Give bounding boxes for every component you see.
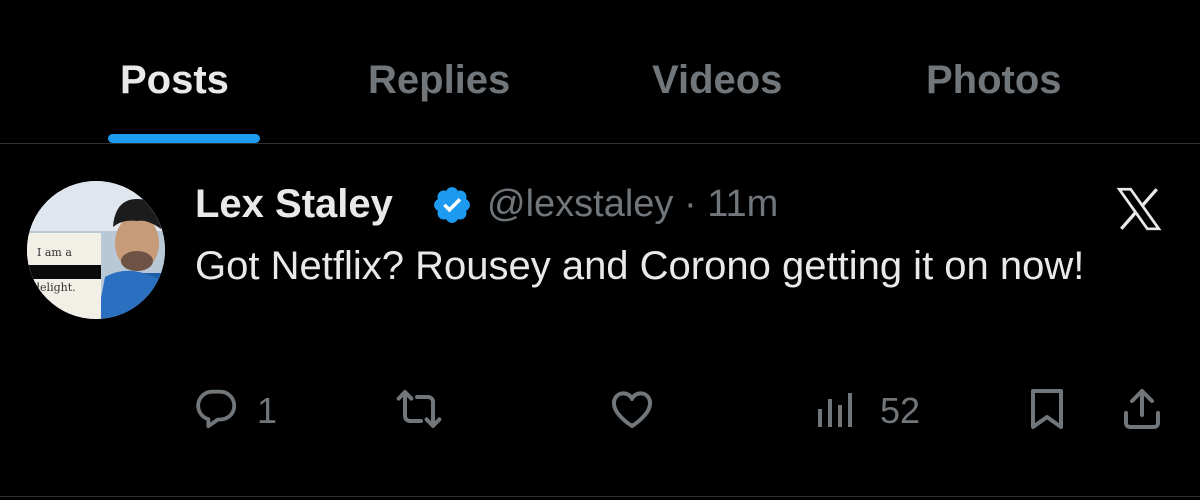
share-button[interactable] [1118,385,1173,437]
repost-icon [396,390,442,428]
post-divider [0,496,1200,497]
bookmark-icon [1031,389,1063,429]
active-tab-indicator [108,134,260,143]
mug-text-top: I am a [37,246,72,259]
post-text: Got Netflix? Rousey and Corono getting i… [195,244,1085,288]
tab-videos[interactable]: Videos [652,52,782,108]
reply-count: 1 [257,390,278,431]
views-button[interactable]: 52 [812,385,942,437]
tabs-divider [0,143,1200,144]
author-handle[interactable]: @lexstaley [487,183,673,225]
x-logo-icon [1116,187,1162,231]
separator-dot: · [683,183,697,225]
reply-button[interactable]: 1 [193,385,293,437]
share-icon [1124,389,1160,429]
tab-photos[interactable]: Photos [926,52,1062,108]
tab-posts[interactable]: Posts [120,52,229,108]
views-count: 52 [880,390,921,431]
tab-replies[interactable]: Replies [368,52,510,108]
profile-timeline: Posts Replies Videos Photos I am a delig… [0,0,1200,500]
avatar[interactable]: I am a delight. [27,181,165,319]
post-time[interactable]: 11m [707,183,778,225]
profile-tabs: Posts Replies Videos Photos [0,0,1200,144]
like-button[interactable] [608,385,668,437]
reply-icon [196,389,237,429]
author-name[interactable]: Lex Staley [195,178,393,230]
repost-button[interactable] [395,385,465,437]
views-icon [818,393,852,427]
verified-badge-icon [434,187,470,223]
mug-text-bottom: delight. [33,281,76,294]
like-icon [612,391,652,428]
bookmark-button[interactable] [1023,385,1073,437]
handle-time: @lexstaley · 11m [487,178,778,230]
